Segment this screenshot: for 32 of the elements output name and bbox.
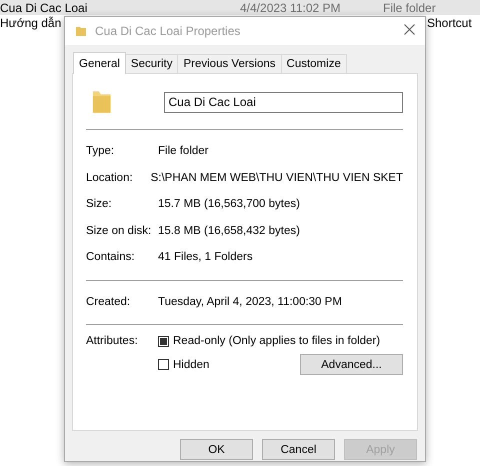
file-row[interactable]: Cua Di Cac Loai 4/4/2023 11:02 PM File folder: [0, 0, 480, 15]
file-name: Hướng dẫn: [0, 16, 62, 30]
window-title: Cua Di Cac Loai Properties: [95, 24, 242, 38]
checkbox[interactable]: [158, 336, 169, 346]
dialog-button[interactable]: OK: [180, 439, 253, 460]
dialog-button[interactable]: Cancel: [262, 439, 335, 460]
property-label: Size on disk:: [86, 224, 152, 237]
property-label: Created:: [86, 296, 132, 308]
file-name: Cua Di Cac Loai: [0, 0, 88, 14]
property-label: Type:: [86, 145, 116, 158]
property-label: Contains:: [86, 251, 136, 264]
property-value: 15.8 MB (16,658,432 bytes): [158, 224, 300, 237]
close-icon[interactable]: [404, 24, 415, 35]
property-label: Location:: [86, 172, 134, 184]
property-value: File folder: [158, 145, 208, 158]
checkbox-label: Read-only (Only applies to files in folder): [173, 335, 380, 347]
tab[interactable]: Customize: [280, 54, 347, 73]
property-value: Tuesday, April 4, 2023, 11:00:30 PM: [158, 296, 342, 308]
property-label: Size:: [86, 198, 113, 210]
checkbox[interactable]: [158, 359, 169, 370]
file-date: 4/4/2023 11:02 PM: [240, 0, 341, 14]
property-value: 15.7 MB (16,563,700 bytes): [158, 198, 300, 210]
name-field[interactable]: Cua Di Cac Loai: [164, 92, 403, 112]
property-label: Attributes:: [86, 335, 139, 347]
advanced-button[interactable]: Advanced...: [300, 354, 403, 375]
property-value: 41 Files, 1 Folders: [158, 251, 253, 264]
file-type: File folder: [383, 0, 436, 14]
file-type: Shortcut: [427, 16, 472, 30]
tab[interactable]: General: [73, 52, 126, 74]
checkbox-label: Hidden: [173, 358, 210, 370]
folder-icon: [75, 25, 87, 37]
property-value: S:\PHAN MEM WEB\THU VIEN\THU VIEN SKET: [150, 172, 403, 184]
